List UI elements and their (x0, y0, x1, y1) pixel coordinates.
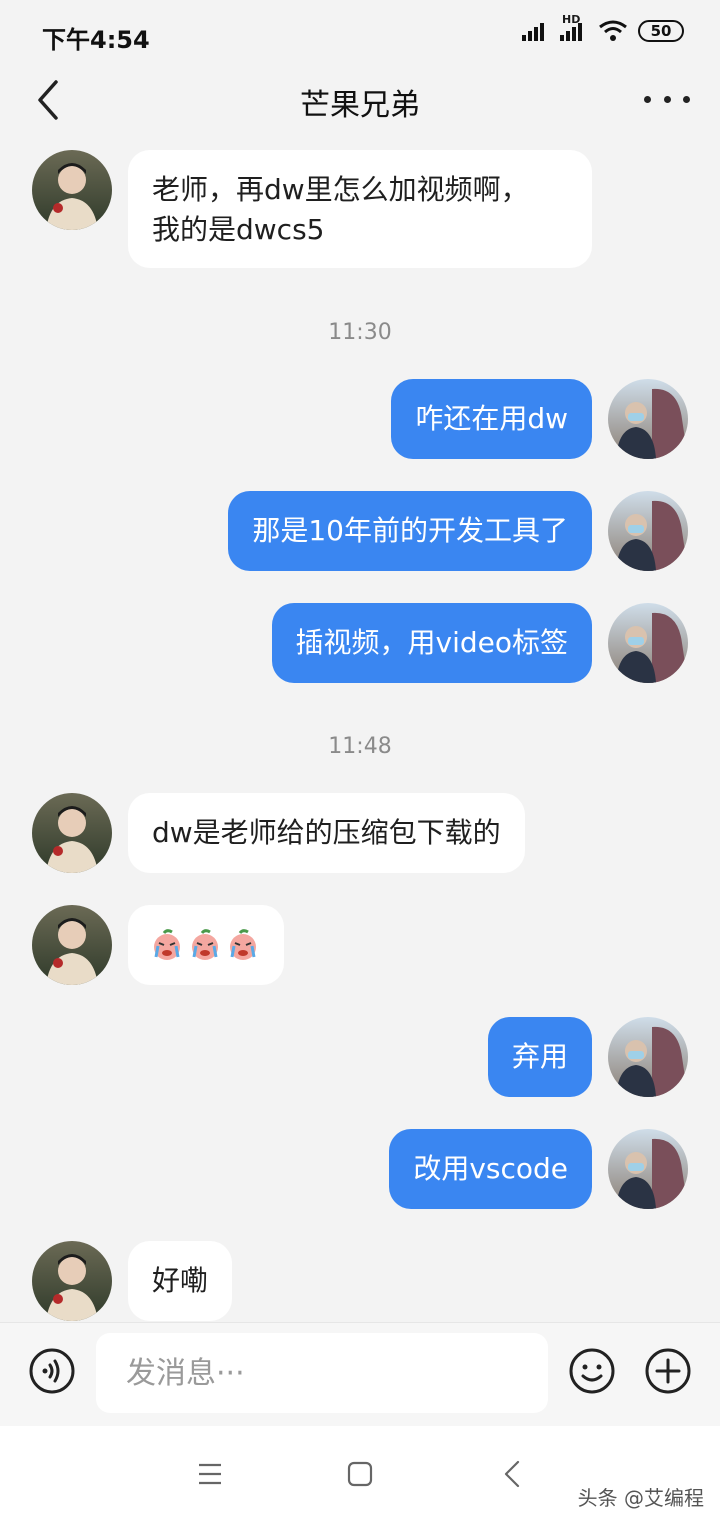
smiley-icon (569, 1348, 615, 1394)
nav-home-button[interactable] (340, 1458, 380, 1490)
battery-indicator: 50 (638, 20, 684, 42)
message-text-line: 老师，再dw里怎么加视频啊， (152, 173, 529, 206)
chat-title: 芒果兄弟 (300, 88, 420, 123)
message-input[interactable] (96, 1333, 548, 1413)
hd-label: HD (562, 13, 581, 26)
home-square-icon (347, 1461, 373, 1487)
voice-input-button[interactable] (28, 1347, 76, 1395)
wifi-icon (599, 20, 627, 41)
message-bubble-sent[interactable]: 那是10年前的开发工具了 (228, 491, 592, 571)
more-horizontal-icon (644, 95, 651, 103)
menu-icon (199, 1463, 221, 1485)
more-options-button[interactable] (644, 86, 690, 112)
message-bubble-received[interactable]: dw是老师给的压缩包下载的 (128, 793, 525, 873)
crying-face-sticker-icon (192, 929, 218, 960)
message-bubble-sent[interactable]: 插视频，用video标签 (271, 603, 592, 683)
self-avatar[interactable] (608, 603, 688, 683)
contact-avatar[interactable] (32, 905, 112, 985)
signal-icon (522, 23, 544, 41)
plus-circle-icon (645, 1348, 691, 1394)
timestamp: 11:30 (328, 320, 392, 345)
message-composer (0, 1322, 720, 1426)
status-time: 下午4:54 (42, 26, 150, 54)
message-bubble-sent[interactable]: 弃用 (487, 1017, 592, 1097)
message-bubble-received[interactable]: 老师，再dw里怎么加视频啊， 我的是dwcs5 (128, 150, 592, 268)
system-nav-bar: 头条 @艾编程 (0, 1426, 720, 1520)
message-bubble-sent[interactable]: 咋还在用dw (391, 379, 592, 459)
self-avatar[interactable] (608, 1017, 688, 1097)
message-bubble-received[interactable] (128, 905, 284, 985)
more-actions-button[interactable] (644, 1347, 692, 1395)
hd-signal-icon: HD (560, 13, 588, 41)
contact-avatar[interactable] (32, 1241, 112, 1321)
status-icons: HD 50 (522, 13, 684, 42)
nav-back-button[interactable] (492, 1458, 532, 1490)
self-avatar[interactable] (608, 379, 688, 459)
crying-face-sticker-icon (154, 929, 180, 960)
crying-face-sticker-icon (230, 929, 256, 960)
contact-avatar[interactable] (32, 793, 112, 873)
back-arrow-icon (504, 1460, 520, 1488)
chat-header: 芒果兄弟 (0, 70, 720, 130)
watermark: 头条 @艾编程 (577, 1486, 704, 1510)
message-text-line: 我的是dwcs5 (152, 213, 325, 246)
status-bar: 下午4:54 HD 50 (0, 0, 720, 70)
emoji-button[interactable] (568, 1347, 616, 1395)
message-bubble-received[interactable]: 好嘞 (128, 1241, 233, 1321)
voice-icon (29, 1348, 75, 1394)
contact-avatar[interactable] (32, 150, 112, 230)
timestamp: 11:48 (328, 734, 392, 759)
self-avatar[interactable] (608, 491, 688, 571)
message-bubble-sent[interactable]: 改用vscode (389, 1129, 592, 1209)
nav-menu-button[interactable] (190, 1458, 230, 1490)
self-avatar[interactable] (608, 1129, 688, 1209)
